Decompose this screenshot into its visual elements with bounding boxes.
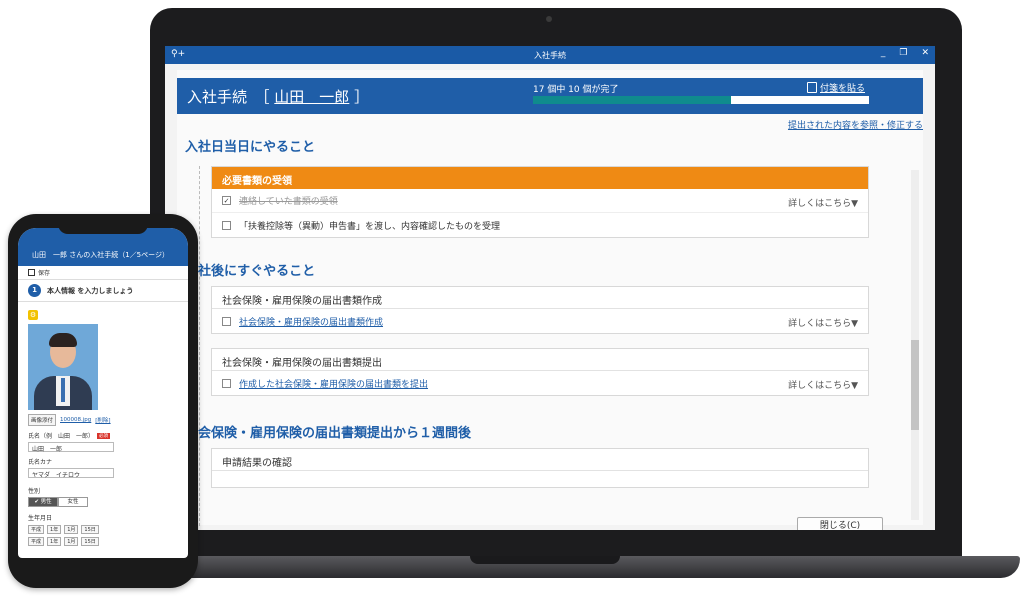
file-row: 画像添付 100008.jpg [削除] (28, 414, 178, 426)
phone-toolbar: 保存 (18, 266, 188, 280)
card-insurance-create: 社会保険・雇用保険の届出書類作成 社会保険・雇用保険の届出書類作成 詳しくはこち… (211, 286, 869, 334)
name-label: 氏名（例 山田 一郎） 必須 (28, 432, 111, 440)
search-icon[interactable]: ⚲+ (171, 49, 185, 59)
step-text: 本人情報 を入力しましょう (47, 286, 134, 295)
name-field[interactable]: 山田 一郎 (28, 442, 114, 453)
photo-hair (49, 333, 77, 347)
section-title-day-of-joining: 入社日当日にやること (185, 140, 316, 155)
profile-photo (28, 324, 98, 410)
gender-toggle: ✔ 男性 女性 (28, 497, 178, 507)
attach-image-button[interactable]: 画像添付 (28, 414, 57, 426)
progress-bar (533, 96, 869, 104)
month-select[interactable]: 1月 (64, 525, 79, 534)
progress-fill (533, 96, 731, 104)
card-result-check: 申請結果の確認 (211, 448, 869, 488)
timeline-line (199, 166, 200, 526)
file-link[interactable]: 100008.jpg (60, 417, 91, 423)
close-button[interactable]: 閉じる(C) (797, 517, 883, 530)
card-heading: 社会保険・雇用保険の届出書類作成 (212, 287, 868, 309)
restore-icon[interactable]: ❐ (899, 48, 907, 58)
birth-date-row-2: 平成 1年 1月 15日 (28, 537, 178, 546)
main-content: 入社手続 ［ 山田 一郎 ］ 17 個中 10 個が完了 付箋を貼る 提出された… (177, 70, 923, 530)
task-checkbox[interactable] (222, 220, 231, 230)
day-select[interactable]: 15日 (81, 525, 99, 534)
step-number: 1 (28, 284, 41, 297)
section-title-one-week-after: 社会保険・雇用保険の届出書類提出から１週間後 (185, 426, 472, 441)
task-link[interactable]: 作成した社会保険・雇用保険の届出書類を提出 (239, 377, 428, 390)
task-checkbox[interactable] (222, 378, 231, 388)
year-select-2[interactable]: 1年 (47, 537, 62, 546)
gear-icon: ⚙ (28, 310, 38, 320)
day-select-2[interactable]: 15日 (81, 537, 99, 546)
step-heading: 1 本人情報 を入力しましょう (18, 280, 188, 302)
task-checkbox[interactable] (222, 316, 231, 326)
save-button[interactable]: 保存 (38, 268, 50, 277)
sticky-note-icon (807, 82, 817, 93)
card-required-documents: 必要書類の受領 ✓ 連絡していた書類の受領 詳しくはこちら▼ 「扶養控除等（異動… (211, 166, 869, 238)
detail-link[interactable]: 詳しくはこちら▼ (788, 196, 858, 209)
card-heading: 申請結果の確認 (212, 449, 868, 471)
task-row: ✓ 連絡していた書類の受領 詳しくはこちら▼ (212, 189, 868, 213)
phone-screen: 山田 一郎 さんの入社手続（1／5ページ） 保存 1 本人情報 を入力しましょう… (18, 228, 188, 558)
task-row: 「扶養控除等（異動）申告書」を渡し、内容確認したものを受理 (212, 213, 868, 237)
minimize-icon[interactable]: _ (881, 48, 886, 58)
section-title-after-joining: 入社後にすぐやること (185, 264, 316, 279)
progress-text: 17 個中 10 個が完了 (533, 85, 619, 95)
employee-name-link[interactable]: 山田 一郎 (274, 88, 349, 106)
gender-female-button[interactable]: 女性 (58, 497, 88, 507)
birth-label: 生年月日 (28, 515, 53, 522)
window-titlebar: ⚲+ 入社手続 _ ❐ ✕ (165, 46, 935, 64)
gender-label: 性別 (28, 488, 41, 495)
card-heading: 社会保険・雇用保険の届出書類提出 (212, 349, 868, 371)
laptop-screen: ⚲+ 入社手続 _ ❐ ✕ 入社手続 ［ 山田 一郎 ］ 17 個中 10 個が… (165, 46, 935, 530)
task-row: 作成した社会保険・雇用保険の届出書類を提出 詳しくはこちら▼ (212, 371, 868, 395)
detail-link[interactable]: 詳しくはこちら▼ (788, 378, 858, 391)
month-select-2[interactable]: 1月 (64, 537, 79, 546)
year-select[interactable]: 1年 (47, 525, 62, 534)
task-text: 連絡していた書類の受領 (239, 197, 338, 207)
laptop-notch (470, 556, 620, 564)
procedure-header: 入社手続 ［ 山田 一郎 ］ 17 個中 10 個が完了 付箋を貼る (177, 78, 923, 114)
page-title: 入社手続 ［ 山田 一郎 ］ (187, 88, 370, 106)
phone-notch (58, 220, 148, 234)
card-heading: 必要書類の受領 (212, 167, 868, 189)
reference-link[interactable]: 提出された内容を参照・修正する (788, 118, 923, 131)
birth-date-row: 平成 1年 1月 15日 (28, 525, 178, 534)
detail-link[interactable]: 詳しくはこちら▼ (788, 316, 858, 329)
task-row: 社会保険・雇用保険の届出書類作成 詳しくはこちら▼ (212, 309, 868, 333)
required-badge: 必須 (97, 432, 111, 439)
scrollbar[interactable] (911, 170, 919, 520)
window-title: 入社手続 (534, 50, 566, 60)
task-text: 「扶養控除等（異動）申告書」を渡し、内容確認したものを受理 (239, 221, 501, 232)
kana-field[interactable]: ヤマダ イチロウ (28, 468, 114, 479)
save-icon[interactable] (28, 269, 35, 276)
phone-form: ⚙ 画像添付 100008.jpg [削除] 氏名（例 山田 一郎） 必須 山田… (18, 302, 188, 554)
card-insurance-submit: 社会保険・雇用保険の届出書類提出 作成した社会保険・雇用保険の届出書類を提出 詳… (211, 348, 869, 396)
scroll-thumb[interactable] (911, 340, 919, 430)
gender-male-button[interactable]: ✔ 男性 (28, 497, 58, 507)
close-icon[interactable]: ✕ (921, 48, 929, 58)
task-checkbox[interactable]: ✓ (222, 196, 231, 205)
delete-link[interactable]: [削除] (95, 416, 110, 424)
photo-tie (61, 378, 65, 402)
era-select-2[interactable]: 平成 (28, 537, 45, 546)
kana-label: 氏名カナ (28, 459, 53, 466)
task-link[interactable]: 社会保険・雇用保険の届出書類作成 (239, 315, 383, 328)
sticky-note-button[interactable]: 付箋を貼る (807, 81, 865, 94)
camera (546, 16, 552, 22)
era-select[interactable]: 平成 (28, 525, 45, 534)
